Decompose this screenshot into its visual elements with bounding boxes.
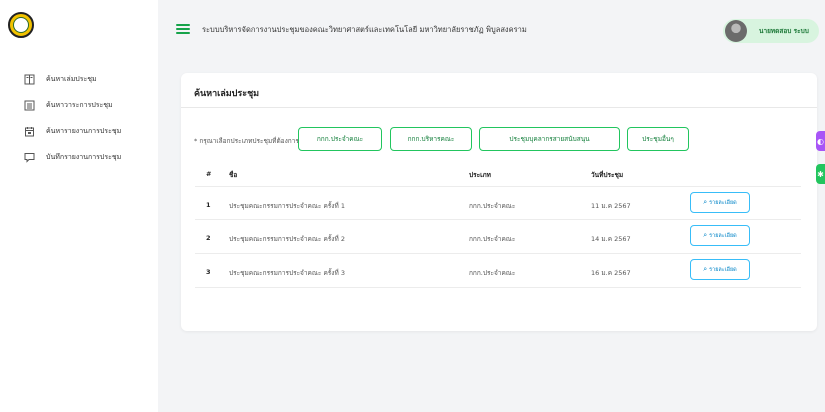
user-menu[interactable]: นายทดสอบ ระบบ xyxy=(723,19,819,43)
column-header-date: วันที่ประชุม xyxy=(591,171,624,179)
detail-button[interactable]: ⌕ รายละเอียด xyxy=(690,259,750,280)
list-icon xyxy=(24,100,35,111)
table-row: 3 ประชุมคณะกรรมการประจำคณะ ครั้งที่ 3 กก… xyxy=(195,254,801,288)
sidebar: ค้นหาเล่มประชุม ค้นหาวาระการประชุม ค้นหา… xyxy=(0,0,158,412)
row-date: 11 ม.ค 2567 xyxy=(591,202,631,210)
search-icon: ⌕ xyxy=(703,231,708,239)
column-header-name: ชื่อ xyxy=(229,171,238,179)
row-date: 14 ม.ค 2567 xyxy=(591,235,631,243)
filter-label: * กรุณาเลือกประเภทประชุมที่ต้องการ xyxy=(194,137,299,145)
table-row: 1 ประชุมคณะกรรมการประจำคณะ ครั้งที่ 1 กก… xyxy=(195,186,801,220)
row-date: 16 ม.ค 2567 xyxy=(591,269,631,277)
sidebar-item-record-report[interactable]: บันทึกรายงานการประชุม xyxy=(0,144,158,170)
palette-icon: ◐ xyxy=(817,136,824,146)
detail-button-label: รายละเอียด xyxy=(709,232,737,239)
system-title: ระบบบริหารจัดการงานประชุมของคณะวิทยาศาสต… xyxy=(202,25,527,34)
row-number: 2 xyxy=(206,234,211,242)
detail-button-label: รายละเอียด xyxy=(709,266,737,273)
detail-button[interactable]: ⌕ รายละเอียด xyxy=(690,192,750,213)
detail-button-label: รายละเอียด xyxy=(709,199,737,206)
theme-toggle-tab[interactable]: ◐ xyxy=(816,131,825,151)
filter-faculty-committee-button[interactable]: กกก.ประจำคณะ xyxy=(298,127,382,151)
sidebar-item-search-meeting-book[interactable]: ค้นหาเล่มประชุม xyxy=(0,66,158,92)
page-title: ค้นหาเล่มประชุม xyxy=(194,89,260,99)
row-name: ประชุมคณะกรรมการประจำคณะ ครั้งที่ 3 xyxy=(229,269,345,277)
row-type: กกก.ประจำคณะ xyxy=(469,269,516,277)
row-name: ประชุมคณะกรรมการประจำคณะ ครั้งที่ 1 xyxy=(229,202,345,210)
avatar xyxy=(725,20,747,42)
settings-tab[interactable]: ✱ xyxy=(816,164,825,184)
sidebar-item-label: ค้นหาวาระการประชุม xyxy=(46,100,113,109)
detail-button[interactable]: ⌕ รายละเอียด xyxy=(690,225,750,246)
gear-icon: ✱ xyxy=(817,169,824,179)
row-name: ประชุมคณะกรรมการประจำคณะ ครั้งที่ 2 xyxy=(229,235,345,243)
sidebar-item-search-report[interactable]: ค้นหารายงานการประชุม xyxy=(0,118,158,144)
row-type: กกก.ประจำคณะ xyxy=(469,202,516,210)
sidebar-item-search-agenda[interactable]: ค้นหาวาระการประชุม xyxy=(0,92,158,118)
column-header-type: ประเภท xyxy=(469,171,491,179)
search-meeting-card: ค้นหาเล่มประชุม * กรุณาเลือกประเภทประชุม… xyxy=(181,73,817,331)
comment-icon xyxy=(24,152,35,163)
sidebar-nav: ค้นหาเล่มประชุม ค้นหาวาระการประชุม ค้นหา… xyxy=(0,66,158,170)
book-icon xyxy=(24,74,35,85)
table-row: 2 ประชุมคณะกรรมการประจำคณะ ครั้งที่ 2 กก… xyxy=(195,220,801,254)
row-number: 1 xyxy=(206,201,211,209)
hamburger-menu-icon[interactable] xyxy=(176,24,190,34)
search-icon: ⌕ xyxy=(703,198,708,206)
university-logo xyxy=(8,12,34,38)
sidebar-item-label: ค้นหารายงานการประชุม xyxy=(46,126,122,135)
top-bar: ระบบบริหารจัดการงานประชุมของคณะวิทยาศาสต… xyxy=(158,0,825,56)
filter-support-staff-button[interactable]: ประชุมบุคลากรสายสนับสนุน xyxy=(479,127,620,151)
column-header-number: # xyxy=(206,170,212,178)
card-divider xyxy=(181,107,817,108)
search-icon: ⌕ xyxy=(703,265,708,273)
calendar-icon xyxy=(24,126,35,137)
row-type: กกก.ประจำคณะ xyxy=(469,235,516,243)
filter-other-meetings-button[interactable]: ประชุมอื่นๆ xyxy=(627,127,689,151)
sidebar-item-label: บันทึกรายงานการประชุม xyxy=(46,152,122,161)
user-name: นายทดสอบ ระบบ xyxy=(759,27,809,35)
sidebar-item-label: ค้นหาเล่มประชุม xyxy=(46,74,97,83)
filter-executive-committee-button[interactable]: กกก.บริหารคณะ xyxy=(390,127,472,151)
row-number: 3 xyxy=(206,268,211,276)
